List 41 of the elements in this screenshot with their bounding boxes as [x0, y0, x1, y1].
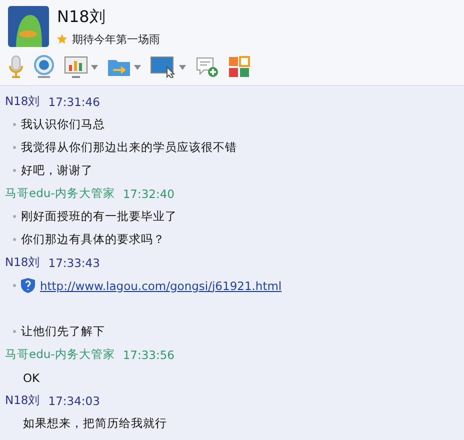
message-text: 你们那边有具体的要求吗？	[21, 232, 165, 247]
microphone-icon[interactable]	[8, 55, 24, 79]
bullet-icon	[13, 330, 16, 333]
bullet-icon	[13, 238, 16, 241]
message-text: 刚好面授班的有一批要毕业了	[21, 209, 177, 224]
bullet-icon	[13, 215, 16, 218]
message-text: 让他们先了解下	[21, 324, 105, 339]
caret-icon[interactable]	[179, 64, 186, 70]
webcam-icon[interactable]	[33, 55, 55, 79]
sender-name: N18刘	[5, 255, 40, 270]
contact-name: N18刘	[57, 6, 106, 28]
sender-name: N18刘	[5, 94, 40, 109]
screen-icon[interactable]	[150, 56, 176, 78]
message-time: 17:31:46	[48, 94, 100, 108]
caret-icon[interactable]	[134, 64, 141, 70]
message-time: 17:34:03	[48, 394, 100, 408]
add-message-icon[interactable]	[195, 56, 219, 78]
sender-name: 马哥edu-内务大管家	[5, 347, 115, 362]
caret-icon[interactable]	[91, 64, 98, 70]
bullet-icon	[13, 123, 16, 126]
message-text: OK	[23, 370, 40, 384]
folder-icon[interactable]	[107, 57, 131, 77]
apps-grid-icon[interactable]	[228, 56, 250, 78]
shield-question-icon	[21, 278, 35, 293]
avatar-icon	[8, 6, 49, 47]
message-text: 如果想来，把简历给我就行	[23, 416, 167, 431]
message-text: 好吧，谢谢了	[21, 163, 93, 178]
bullet-icon	[13, 284, 16, 287]
sender-name: 马哥edu-内务大管家	[5, 186, 115, 201]
message-time: 17:33:56	[122, 348, 174, 362]
message-time: 17:32:40	[122, 186, 174, 200]
sender-name: N18刘	[5, 393, 40, 408]
message-text: 我觉得从你们那边出来的学员应该很不错	[21, 140, 237, 155]
message-time: 17:33:43	[48, 256, 100, 270]
star-icon	[57, 34, 67, 44]
presentation-icon[interactable]	[64, 56, 88, 78]
message-link[interactable]: http://www.lagou.com/gongsi/j61921.html	[40, 278, 282, 292]
status-message: 期待今年第一场雨	[72, 32, 160, 46]
bullet-icon	[13, 146, 16, 149]
bullet-icon	[13, 169, 16, 172]
message-text: 我认识你们马总	[21, 117, 105, 132]
